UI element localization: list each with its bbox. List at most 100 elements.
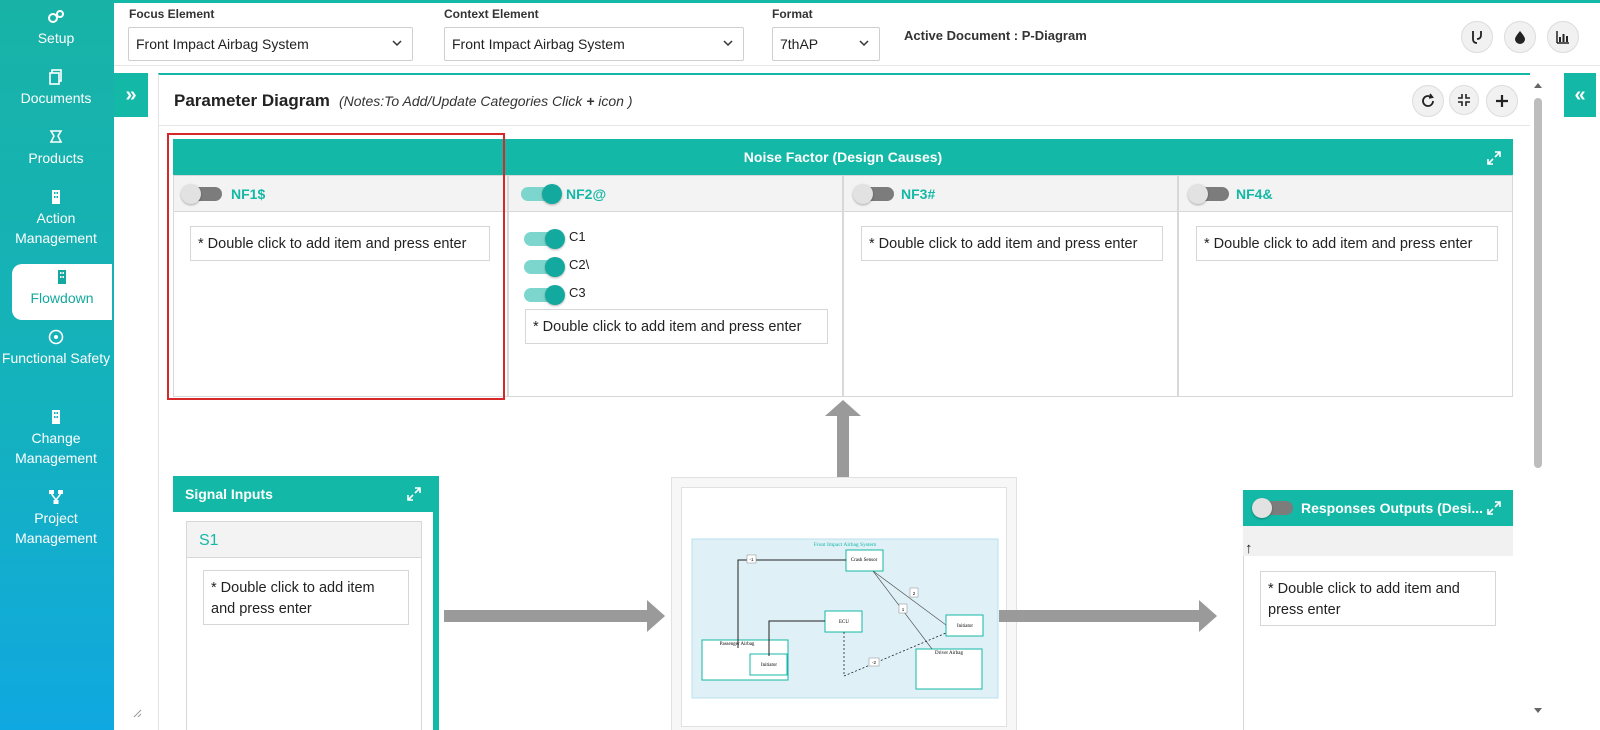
signal-inputs-title: Signal Inputs (185, 486, 273, 502)
expand-left-tab[interactable]: » (114, 73, 148, 117)
scroll-up-icon[interactable] (1532, 80, 1544, 90)
item-toggle-c2[interactable] (524, 257, 565, 277)
item-label: C3 (569, 285, 586, 300)
refresh-button[interactable] (1412, 85, 1444, 117)
chevron-down-icon (859, 40, 869, 47)
branch-button[interactable] (1461, 21, 1493, 53)
expand-icon[interactable] (1487, 151, 1501, 165)
selection-highlight (167, 133, 505, 400)
sidebar-item-label: Documents (20, 90, 92, 106)
sidebar-item-change-management[interactable]: Change Management (0, 408, 112, 468)
arrow-right-shaft (444, 610, 649, 622)
safety-icon (48, 329, 64, 345)
sidebar-item-documents[interactable]: Documents (0, 68, 112, 108)
node-initiator: Initiator (957, 624, 973, 629)
context-element-value: Front Impact Airbag System (452, 36, 625, 52)
sidebar-item-project-management[interactable]: Project Management (0, 488, 112, 548)
branch-icon (1472, 31, 1482, 44)
hierarchy-icon (49, 490, 63, 504)
column-title: NF3# (901, 186, 936, 202)
column-title: NF4& (1236, 186, 1273, 202)
add-category-button[interactable] (1486, 85, 1518, 117)
focus-element-select[interactable]: Front Impact Airbag System (128, 27, 413, 61)
expand-icon[interactable] (407, 487, 421, 501)
nf2-toggle[interactable] (521, 184, 562, 204)
top-toolbar: Focus Element Front Impact Airbag System… (114, 0, 1600, 66)
sidebar-item-label: Change Management (15, 430, 97, 466)
cog-icon (48, 10, 64, 23)
edge-label: -1 (749, 557, 753, 562)
drop-icon (1515, 31, 1525, 44)
sidebar-item-label: Project Management (15, 510, 97, 546)
system-diagram[interactable]: Front Impact Airbag System Crash Sensor … (682, 488, 1008, 728)
add-item-field[interactable]: * Double click to add item and press ent… (1260, 571, 1496, 626)
compress-icon (1458, 94, 1470, 106)
column-title: S1 (199, 532, 219, 549)
sidebar-item-products[interactable]: Products (0, 128, 112, 168)
add-item-field[interactable]: * Double click to add item and press ent… (861, 226, 1163, 261)
node-crash-sensor: Crash Sensor (851, 558, 878, 563)
diagram-thumbnail-frame: Front Impact Airbag System Crash Sensor … (671, 477, 1017, 730)
responses-outputs-title: Responses Outputs (Desi... (1301, 500, 1484, 516)
nf4-toggle[interactable] (1188, 184, 1229, 204)
focus-element-label: Focus Element (129, 7, 215, 21)
panel-scrollbar-thumb[interactable] (1534, 98, 1542, 468)
sidebar-item-action-management[interactable]: Action Management (0, 188, 112, 248)
add-item-field[interactable]: * Double click to add item and press ent… (203, 570, 409, 625)
sidebar-item-label: Setup (37, 30, 75, 46)
noise-column-nf4: NF4& * Double click to add item and pres… (1178, 175, 1513, 397)
sidebar-item-label: Functional Safety (1, 350, 111, 366)
signal-inputs-block: Signal Inputs S1 * Double click to add i… (173, 476, 439, 730)
collapse-right-tab[interactable]: « (1564, 73, 1596, 117)
item-toggle-c3[interactable] (524, 285, 565, 305)
sort-arrow-icon[interactable]: ↑ (1245, 540, 1253, 557)
note-text-end: icon ) (594, 93, 633, 109)
scroll-down-icon[interactable] (1532, 706, 1544, 716)
compress-button[interactable] (1449, 85, 1479, 115)
column-header: S1 (187, 522, 421, 558)
node-passenger-airbag: Passenger Airbag (720, 642, 755, 647)
node-initiator-2: Initiator (761, 663, 777, 668)
format-label: Format (772, 7, 813, 21)
chart-icon (1556, 31, 1569, 44)
building-icon (58, 270, 66, 284)
sidebar-item-flowdown[interactable]: Flowdown (12, 264, 112, 320)
add-item-field[interactable]: * Double click to add item and press ent… (1196, 226, 1498, 261)
double-chevron-left-icon: « (1574, 83, 1586, 106)
arrow-right-head (1199, 600, 1217, 632)
active-document-label: Active Document : P-Diagram (904, 28, 1087, 43)
column-title: NF2@ (566, 186, 607, 202)
sidebar-item-label: Flowdown (30, 290, 94, 306)
arrow-up-head (825, 400, 861, 416)
nf3-toggle[interactable] (853, 184, 894, 204)
app-root: Setup Documents Products Action Manageme… (0, 0, 1600, 730)
drop-button[interactable] (1504, 21, 1536, 53)
responses-outputs-header: Responses Outputs (Desi... (1243, 490, 1513, 526)
responses-toggle[interactable] (1252, 498, 1293, 518)
noise-column-nf3: NF3# * Double click to add item and pres… (843, 175, 1178, 397)
sidebar-item-label: Action Management (15, 210, 97, 246)
context-element-label: Context Element (444, 7, 539, 21)
responses-outputs-block: Responses Outputs (Desi... ↑ * Double cl… (1243, 490, 1513, 730)
item-label: C1 (569, 229, 586, 244)
format-value: 7thAP (780, 36, 819, 52)
format-select[interactable]: 7thAP (772, 27, 880, 61)
chart-button[interactable] (1547, 21, 1579, 53)
sidebar-item-setup[interactable]: Setup (0, 8, 112, 48)
products-icon (49, 130, 63, 143)
signal-inputs-header: Signal Inputs (173, 476, 433, 512)
column-header: NF4& (1179, 176, 1512, 212)
panel-divider (159, 125, 1530, 126)
arrow-right-head (647, 600, 665, 632)
add-item-field[interactable]: * Double click to add item and press ent… (525, 309, 828, 344)
chevron-down-icon (723, 40, 733, 47)
building-icon (52, 190, 60, 204)
resize-grip-icon[interactable] (132, 708, 142, 718)
node-ecu: ECU (839, 620, 849, 625)
item-toggle-c1[interactable] (524, 229, 565, 249)
context-element-select[interactable]: Front Impact Airbag System (444, 27, 744, 61)
sidebar-item-functional-safety[interactable]: Functional Safety (0, 328, 112, 368)
chevron-down-icon (392, 40, 402, 47)
expand-icon[interactable] (1487, 501, 1501, 515)
note-text: (Notes:To Add/Update Categories Click (339, 93, 587, 109)
